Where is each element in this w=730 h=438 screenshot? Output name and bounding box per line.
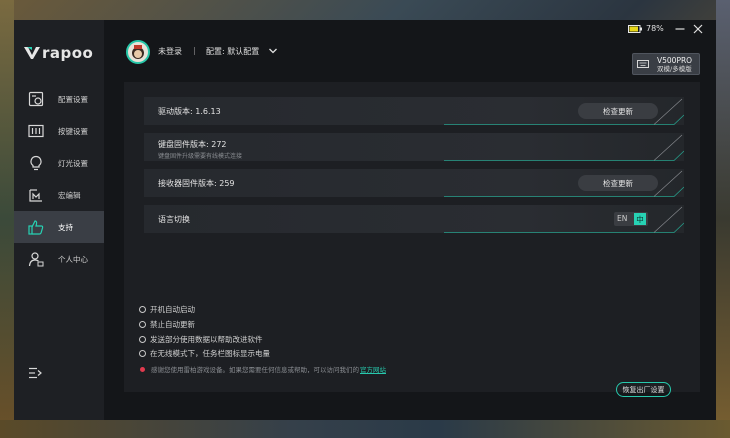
check-update-receiver-button[interactable]: 检查更新 — [578, 175, 658, 191]
login-status[interactable]: 未登录 — [158, 46, 182, 57]
keyboard-firmware-version: 键盘固件版本: 272 — [158, 140, 227, 149]
factory-reset-button[interactable]: 恢复出厂设置 — [616, 382, 671, 397]
note-text: 感谢您使用雷柏游戏设备。如果您需要任何信息或帮助，可以访问我们的 — [151, 366, 359, 374]
keyboard-firmware-row: 键盘固件版本: 272 键盘固件升级需要有线模式连接 — [144, 133, 684, 161]
v-logo-icon — [24, 47, 40, 59]
sidebar-item-label: 支持 — [58, 222, 73, 232]
macro-editor-icon — [28, 187, 44, 203]
lightbulb-icon — [28, 155, 44, 171]
sidebar-item-config[interactable]: 配置设置 — [14, 83, 104, 115]
sidebar: rapoo 配置设置 按键设置 灯光设置 宏编辑 支持 个人中心 — [14, 20, 104, 420]
thanks-note: 感谢您使用雷柏游戏设备。如果您需要任何信息或帮助，可以访问我们的 官方网站 — [139, 364, 386, 374]
desktop-edge-left — [0, 0, 14, 438]
sidebar-item-label: 按键设置 — [58, 126, 88, 136]
support-panel: 驱动版本: 1.6.13 检查更新 键盘固件版本: 272 键盘固件升级需要有线… — [124, 82, 700, 397]
lang-zh-option[interactable]: 中 — [634, 213, 646, 225]
sidebar-item-user-center[interactable]: 个人中心 — [14, 243, 104, 275]
option-label: 发送部分使用数据以帮助改进软件 — [150, 335, 263, 344]
sidebar-item-label: 宏编辑 — [58, 190, 81, 200]
desktop-edge-bottom — [0, 420, 730, 438]
red-dot-icon — [140, 366, 145, 372]
sidebar-item-label: 配置设置 — [58, 94, 88, 104]
receiver-firmware-row: 接收器固件版本: 259 检查更新 — [144, 169, 684, 197]
battery-icon — [628, 25, 642, 33]
chevron-down-icon[interactable] — [268, 46, 278, 56]
app-window: rapoo 配置设置 按键设置 灯光设置 宏编辑 支持 个人中心 未登录 | 配… — [14, 20, 716, 420]
header-separator: | — [193, 46, 196, 55]
profile-selector[interactable]: 配置: 默认配置 — [206, 46, 259, 57]
sidebar-item-label: 个人中心 — [58, 254, 88, 264]
config-settings-icon — [28, 91, 44, 107]
option-tray-battery: 在无线模式下，任务栏图标显示电量 — [139, 348, 270, 359]
option-label: 禁止自动更新 — [150, 320, 195, 329]
lang-en-option[interactable]: EN — [617, 214, 627, 223]
send-data-radio[interactable] — [139, 336, 146, 343]
option-label: 开机自动启动 — [150, 305, 195, 314]
close-button[interactable] — [692, 23, 704, 35]
option-autostart: 开机自动启动 — [139, 304, 195, 315]
sidebar-item-label: 灯光设置 — [58, 158, 88, 168]
check-update-driver-button[interactable]: 检查更新 — [578, 103, 658, 119]
sidebar-item-macro[interactable]: 宏编辑 — [14, 179, 104, 211]
tray-battery-radio[interactable] — [139, 350, 146, 357]
official-website-link[interactable]: 官方网站 — [360, 364, 386, 374]
disable-autoupdate-radio[interactable] — [139, 321, 146, 328]
driver-version: 驱动版本: 1.6.13 — [158, 107, 221, 116]
sidebar-item-support[interactable]: 支持 — [14, 211, 104, 243]
rapoo-logo: rapoo — [24, 44, 93, 62]
brand-name: rapoo — [42, 44, 94, 62]
minimize-button[interactable] — [674, 23, 686, 35]
thumbs-up-icon — [28, 219, 44, 235]
avatar-face-icon — [132, 45, 144, 59]
sidebar-item-lighting[interactable]: 灯光设置 — [14, 147, 104, 179]
option-label: 在无线模式下，任务栏图标显示电量 — [150, 349, 270, 358]
user-center-icon — [28, 251, 44, 267]
language-row: 语言切换 EN 中 — [144, 205, 684, 233]
avatar[interactable] — [126, 40, 150, 64]
device-selector[interactable]: V500PRO 双模/多模版 — [632, 53, 700, 75]
battery-level: 78% — [646, 24, 664, 33]
sidebar-nav: 配置设置 按键设置 灯光设置 宏编辑 支持 个人中心 — [14, 83, 104, 275]
keyboard-icon — [637, 60, 649, 68]
row-accent-line — [444, 206, 684, 233]
key-settings-icon — [28, 123, 44, 139]
language-toggle: EN 中 — [614, 212, 648, 226]
device-name: V500PRO — [657, 56, 693, 65]
option-disable-autoupdate: 禁止自动更新 — [139, 319, 195, 330]
receiver-firmware-version: 接收器固件版本: 259 — [158, 179, 235, 188]
collapse-menu-icon[interactable] — [28, 367, 42, 379]
option-send-data: 发送部分使用数据以帮助改进软件 — [139, 334, 263, 345]
language-switch-label: 语言切换 — [158, 215, 190, 224]
driver-version-row: 驱动版本: 1.6.13 检查更新 — [144, 97, 684, 125]
sidebar-item-keys[interactable]: 按键设置 — [14, 115, 104, 147]
autostart-radio[interactable] — [139, 306, 146, 313]
keyboard-firmware-note: 键盘固件升级需要有线模式连接 — [158, 153, 243, 160]
device-mode: 双模/多模版 — [657, 65, 692, 73]
top-bar: 未登录 | 配置: 默认配置 78% V500PRO 双模/多模版 — [104, 20, 716, 82]
desktop-edge-right — [716, 0, 730, 438]
